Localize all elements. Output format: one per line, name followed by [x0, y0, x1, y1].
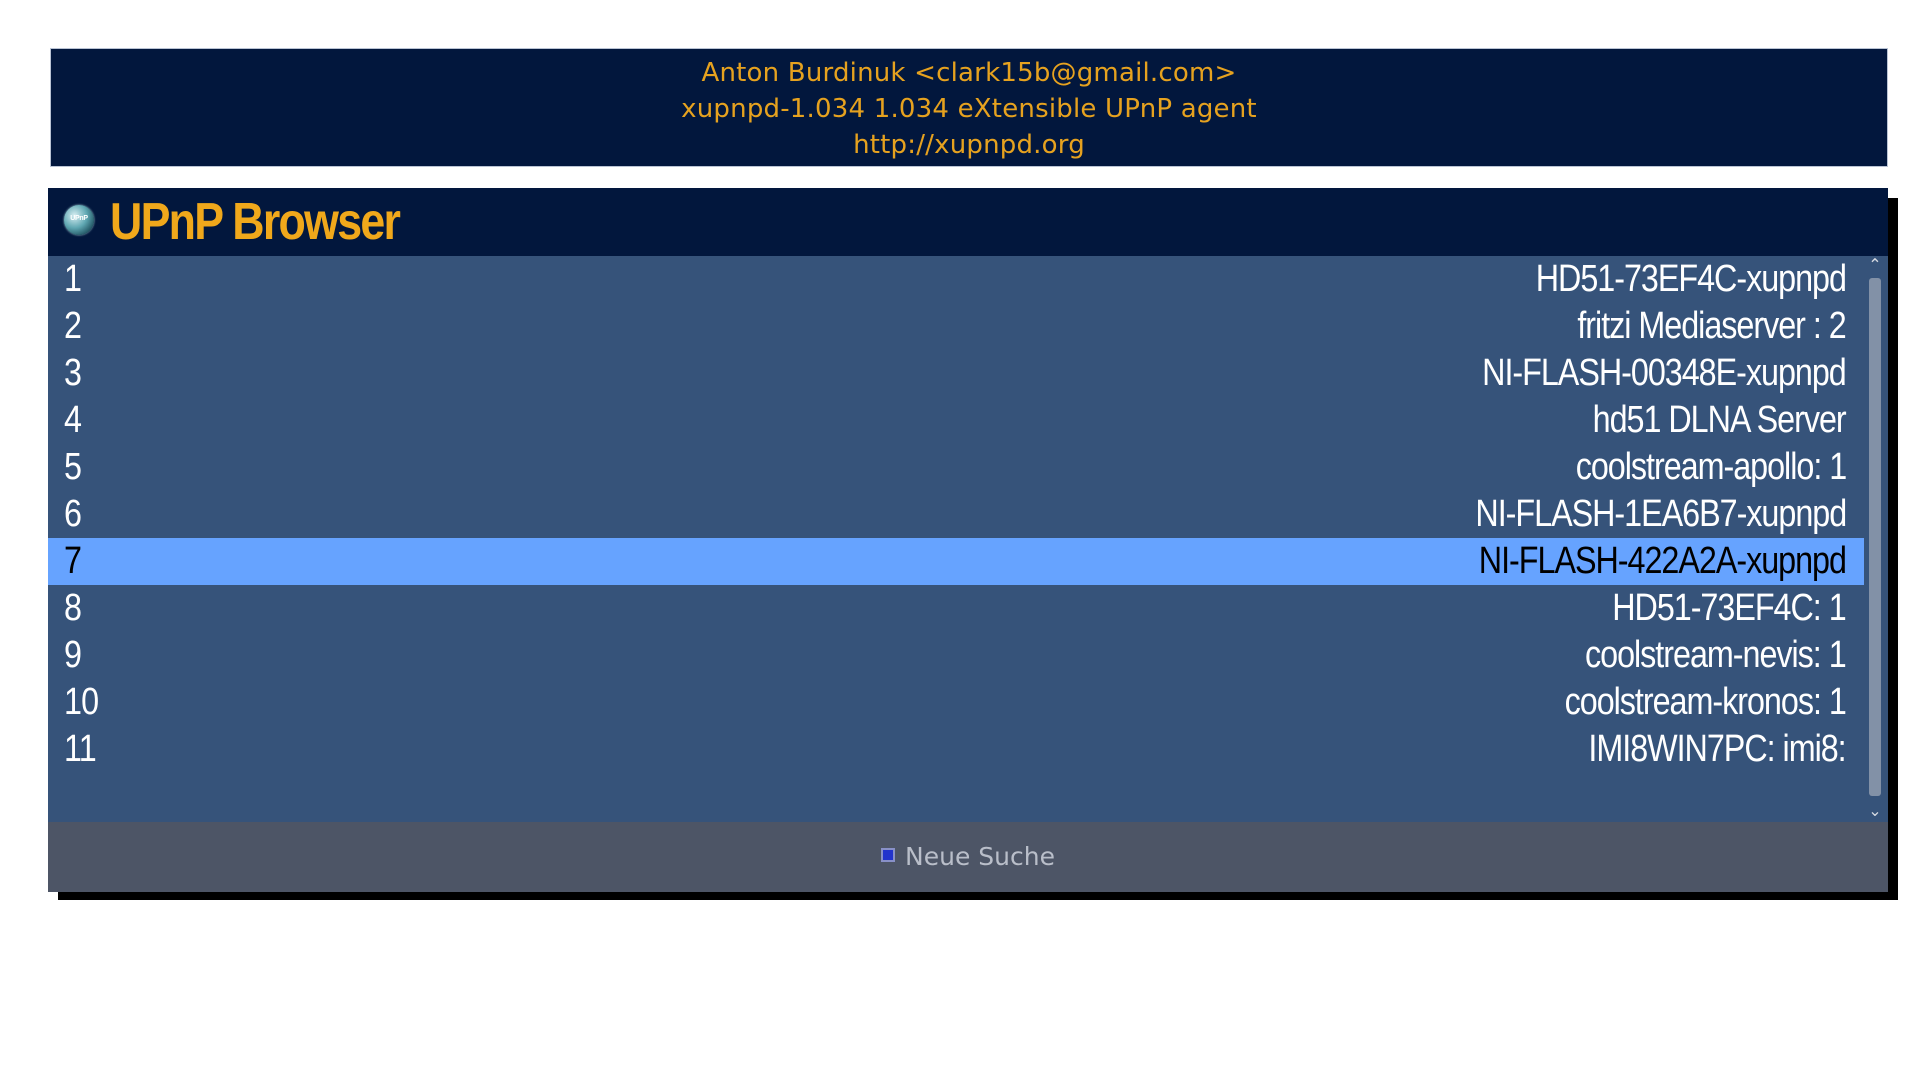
- list-item-number: 7: [64, 540, 82, 582]
- list-item-name: HD51-73EF4C-xupnpd: [1535, 258, 1847, 300]
- list-item-number: 3: [64, 352, 82, 394]
- list-item[interactable]: 8 HD51-73EF4C: 1: [48, 585, 1864, 632]
- list-item-name: fritzi Mediaserver : 2: [1577, 305, 1847, 347]
- new-search-label: Neue Suche: [905, 842, 1055, 871]
- list-item-number: 1: [64, 258, 82, 300]
- footer-bar: Neue Suche: [48, 822, 1888, 892]
- new-search-button[interactable]: Neue Suche: [881, 839, 1055, 875]
- list-item[interactable]: 1 HD51-73EF4C-xupnpd: [48, 256, 1864, 303]
- list-item-number: 8: [64, 587, 82, 629]
- list-item-name: coolstream-apollo: 1: [1575, 446, 1847, 488]
- list-item[interactable]: 4 hd51 DLNA Server: [48, 397, 1864, 444]
- list-item-name: coolstream-kronos: 1: [1564, 681, 1847, 723]
- upnp-globe-icon: UPnP: [64, 205, 94, 235]
- list-item-number: 10: [64, 681, 99, 723]
- list-item-number: 11: [64, 728, 97, 770]
- version-line: xupnpd-1.034 1.034 eXtensible UPnP agent: [681, 94, 1257, 124]
- list-item-name: IMI8WIN7PC: imi8:: [1588, 728, 1847, 770]
- scroll-thumb[interactable]: [1869, 278, 1881, 796]
- list-item[interactable]: 2 fritzi Mediaserver : 2: [48, 303, 1864, 350]
- list-item-name: hd51 DLNA Server: [1593, 399, 1847, 441]
- list-item-name: NI-FLASH-00348E-xupnpd: [1482, 352, 1847, 394]
- list-item[interactable]: 6 NI-FLASH-1EA6B7-xupnpd: [48, 491, 1864, 538]
- titlebar: UPnP UPnP Browser: [48, 188, 1888, 256]
- list-item-number: 9: [64, 634, 82, 676]
- list-item-number: 2: [64, 305, 82, 347]
- scroll-down-icon[interactable]: ⌄: [1865, 802, 1885, 820]
- scroll-up-icon[interactable]: ⌃: [1865, 256, 1885, 274]
- scrollbar[interactable]: ⌃ ⌄: [1864, 256, 1886, 820]
- window-title: UPnP Browser: [110, 193, 401, 251]
- blue-key-icon: [881, 848, 896, 862]
- list-item-name: coolstream-nevis: 1: [1585, 634, 1847, 676]
- upnp-icon-label: UPnP: [70, 215, 88, 222]
- info-box: Anton Burdinuk <clark15b@gmail.com> xupn…: [50, 48, 1888, 167]
- author-line: Anton Burdinuk <clark15b@gmail.com>: [701, 58, 1237, 88]
- list-item[interactable]: 3 NI-FLASH-00348E-xupnpd: [48, 350, 1864, 397]
- list-item-number: 5: [64, 446, 82, 488]
- list-item-number: 4: [64, 399, 82, 441]
- list-item[interactable]: 9 coolstream-nevis: 1: [48, 632, 1864, 679]
- list-item-name: HD51-73EF4C: 1: [1612, 587, 1847, 629]
- upnp-browser-window: UPnP UPnP Browser 1 HD51-73EF4C-xupnpd 2 fr…: [48, 188, 1888, 892]
- device-list[interactable]: 1 HD51-73EF4C-xupnpd 2 fritzi Mediaserver :…: [48, 256, 1864, 822]
- list-item-selected[interactable]: 7 NI-FLASH-422A2A-xupnpd: [48, 538, 1864, 585]
- list-item-name: NI-FLASH-422A2A-xupnpd: [1478, 540, 1847, 582]
- list-item[interactable]: 11 IMI8WIN7PC: imi8:: [48, 726, 1864, 773]
- list-item-name: NI-FLASH-1EA6B7-xupnpd: [1475, 493, 1847, 535]
- website-line: http://xupnpd.org: [853, 130, 1085, 160]
- list-item[interactable]: 10 coolstream-kronos: 1: [48, 679, 1864, 726]
- list-item-number: 6: [64, 493, 82, 535]
- list-item[interactable]: 5 coolstream-apollo: 1: [48, 444, 1864, 491]
